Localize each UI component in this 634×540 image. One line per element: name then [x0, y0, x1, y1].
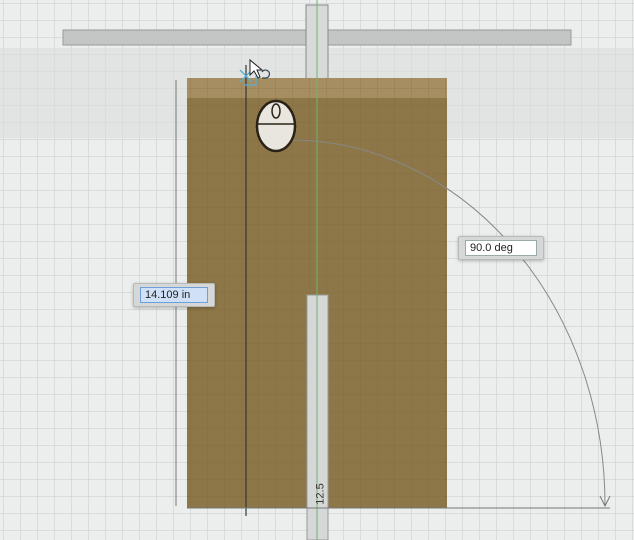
- length-dimension-box: 14.109 in: [133, 283, 215, 307]
- sketch-canvas[interactable]: [0, 0, 634, 540]
- slot-dimension-label: 12.5: [314, 483, 327, 505]
- angle-dimension-input[interactable]: 90.0 deg: [465, 240, 537, 256]
- mouse-icon: [255, 99, 297, 153]
- length-dimension-input[interactable]: 14.109 in: [140, 287, 208, 303]
- angle-dimension-box: 90.0 deg: [458, 236, 544, 260]
